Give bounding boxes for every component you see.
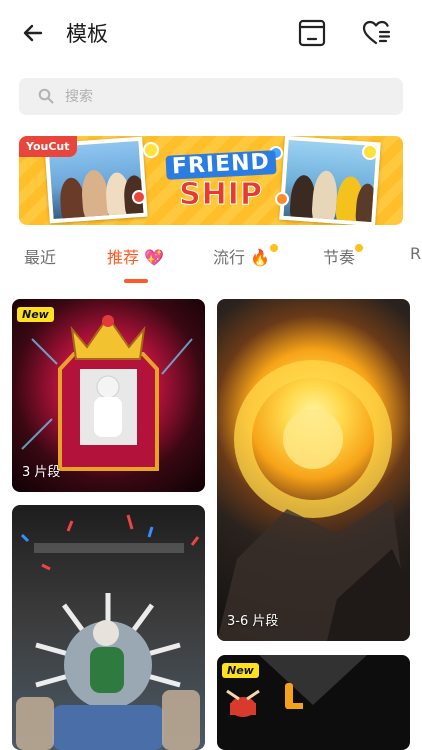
heart-list-icon[interactable] <box>361 18 391 48</box>
smiley-sticker-icon <box>143 142 159 158</box>
category-tabs: 最近 推荐 💖 流行 🔥 节奏 R <box>0 236 422 286</box>
template-card[interactable]: New 3 片段 <box>12 299 205 492</box>
tab-popular[interactable]: 流行 🔥 <box>213 244 279 268</box>
brand-badge: YouCut <box>19 136 77 157</box>
new-badge: New <box>17 307 54 322</box>
clip-count: 3-6 片段 <box>227 614 279 629</box>
banner-line-1: FRIEND <box>165 149 277 180</box>
template-thumbnail <box>16 514 200 750</box>
search-bar[interactable] <box>19 78 403 115</box>
new-dot <box>355 244 364 252</box>
smile-sticker-icon <box>362 144 378 160</box>
tab-label: R <box>410 244 422 263</box>
banner-line-2: SHIP <box>179 177 263 212</box>
page-title: 模板 <box>66 22 108 46</box>
back-arrow-icon[interactable] <box>20 20 46 46</box>
tab-label: 推荐 💖 <box>107 248 165 267</box>
search-input[interactable] <box>65 78 385 115</box>
template-card[interactable]: 3-6 片段 <box>217 299 410 641</box>
tab-label: 最近 <box>24 248 57 267</box>
clip-count: 3 片段 <box>22 465 61 480</box>
top-bar: 模板 <box>0 0 422 66</box>
drafts-box-icon[interactable] <box>297 18 327 48</box>
banner-headline: FRIEND SHIP <box>161 149 281 212</box>
tab-recommended[interactable]: 推荐 💖 <box>107 244 164 268</box>
tab-label: 流行 🔥 <box>213 248 271 267</box>
template-thumbnail <box>217 360 410 641</box>
search-icon <box>38 88 54 104</box>
tab-rhythm[interactable]: 节奏 <box>323 244 364 268</box>
new-dot <box>270 244 279 252</box>
tab-more[interactable]: R <box>410 244 421 263</box>
template-card[interactable] <box>12 505 205 750</box>
template-card[interactable]: New <box>217 655 410 750</box>
flower-sticker-icon <box>132 190 146 204</box>
tab-label: 节奏 <box>323 248 356 267</box>
promo-banner[interactable]: FRIEND SHIP YouCut <box>19 136 403 225</box>
new-badge: New <box>222 663 259 678</box>
tab-recent[interactable]: 最近 <box>24 244 56 268</box>
active-tab-indicator <box>124 279 148 283</box>
